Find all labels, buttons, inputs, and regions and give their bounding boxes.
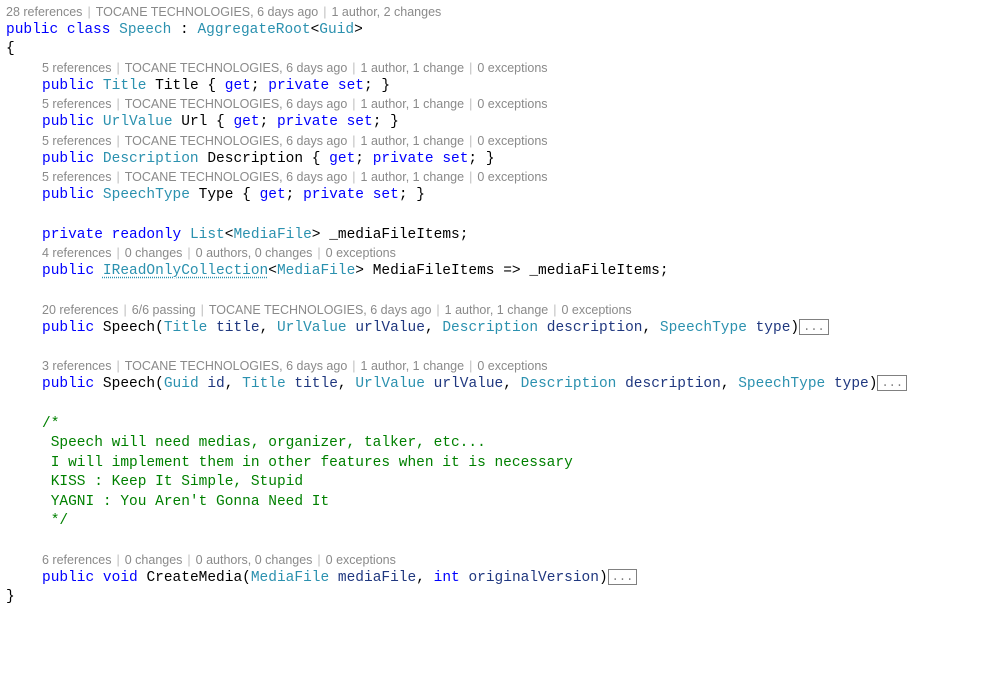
constructor-2: public Speech(Guid id, Title title, UrlV…	[42, 375, 1000, 395]
codelens-class[interactable]: 28 references|TOCANE TECHNOLOGIES, 6 day…	[6, 4, 1000, 21]
comment-close: */	[42, 512, 1000, 532]
method-createmedia: public void CreateMedia(MediaFile mediaF…	[42, 569, 1000, 589]
codelens-createmedia[interactable]: 6 references|0 changes|0 authors, 0 chan…	[42, 552, 1000, 569]
close-brace: }	[6, 588, 1000, 608]
codelens-ctor2[interactable]: 3 references|TOCANE TECHNOLOGIES, 6 days…	[42, 358, 1000, 375]
lens-author: TOCANE TECHNOLOGIES, 6 days ago	[96, 5, 319, 19]
codelens-type[interactable]: 5 references|TOCANE TECHNOLOGIES, 6 days…	[42, 169, 1000, 186]
constructor-1: public Speech(Title title, UrlValue urlV…	[42, 319, 1000, 339]
property-mediaFileItems: public IReadOnlyCollection<MediaFile> Me…	[42, 262, 1000, 282]
codelens-title[interactable]: 5 references|TOCANE TECHNOLOGIES, 6 days…	[42, 60, 1000, 77]
collapse-toggle[interactable]: ...	[608, 569, 638, 585]
comment-line: I will implement them in other features …	[42, 454, 1000, 474]
codelens-url[interactable]: 5 references|TOCANE TECHNOLOGIES, 6 days…	[42, 96, 1000, 113]
comment-line: YAGNI : You Aren't Gonna Need It	[42, 493, 1000, 513]
lens-changes: 1 author, 2 changes	[331, 5, 441, 19]
property-type: public SpeechType Type { get; private se…	[42, 186, 1000, 206]
open-brace: {	[6, 40, 1000, 60]
field-mediaFileItems: private readonly List<MediaFile> _mediaF…	[42, 226, 1000, 246]
property-title: public Title Title { get; private set; }	[42, 77, 1000, 97]
comment-line: Speech will need medias, organizer, talk…	[42, 434, 1000, 454]
collapse-toggle[interactable]: ...	[799, 319, 829, 335]
comment-open: /*	[42, 415, 1000, 435]
comment-line: KISS : Keep It Simple, Stupid	[42, 473, 1000, 493]
collapse-toggle[interactable]: ...	[877, 375, 907, 391]
codelens-ctor1[interactable]: 20 references|6/6 passing|TOCANE TECHNOL…	[42, 302, 1000, 319]
class-declaration: public class Speech : AggregateRoot<Guid…	[6, 21, 1000, 41]
codelens-mediaitems[interactable]: 4 references|0 changes|0 authors, 0 chan…	[42, 245, 1000, 262]
property-description: public Description Description { get; pr…	[42, 150, 1000, 170]
lens-refs: 28 references	[6, 5, 82, 19]
codelens-description[interactable]: 5 references|TOCANE TECHNOLOGIES, 6 days…	[42, 133, 1000, 150]
property-url: public UrlValue Url { get; private set; …	[42, 113, 1000, 133]
